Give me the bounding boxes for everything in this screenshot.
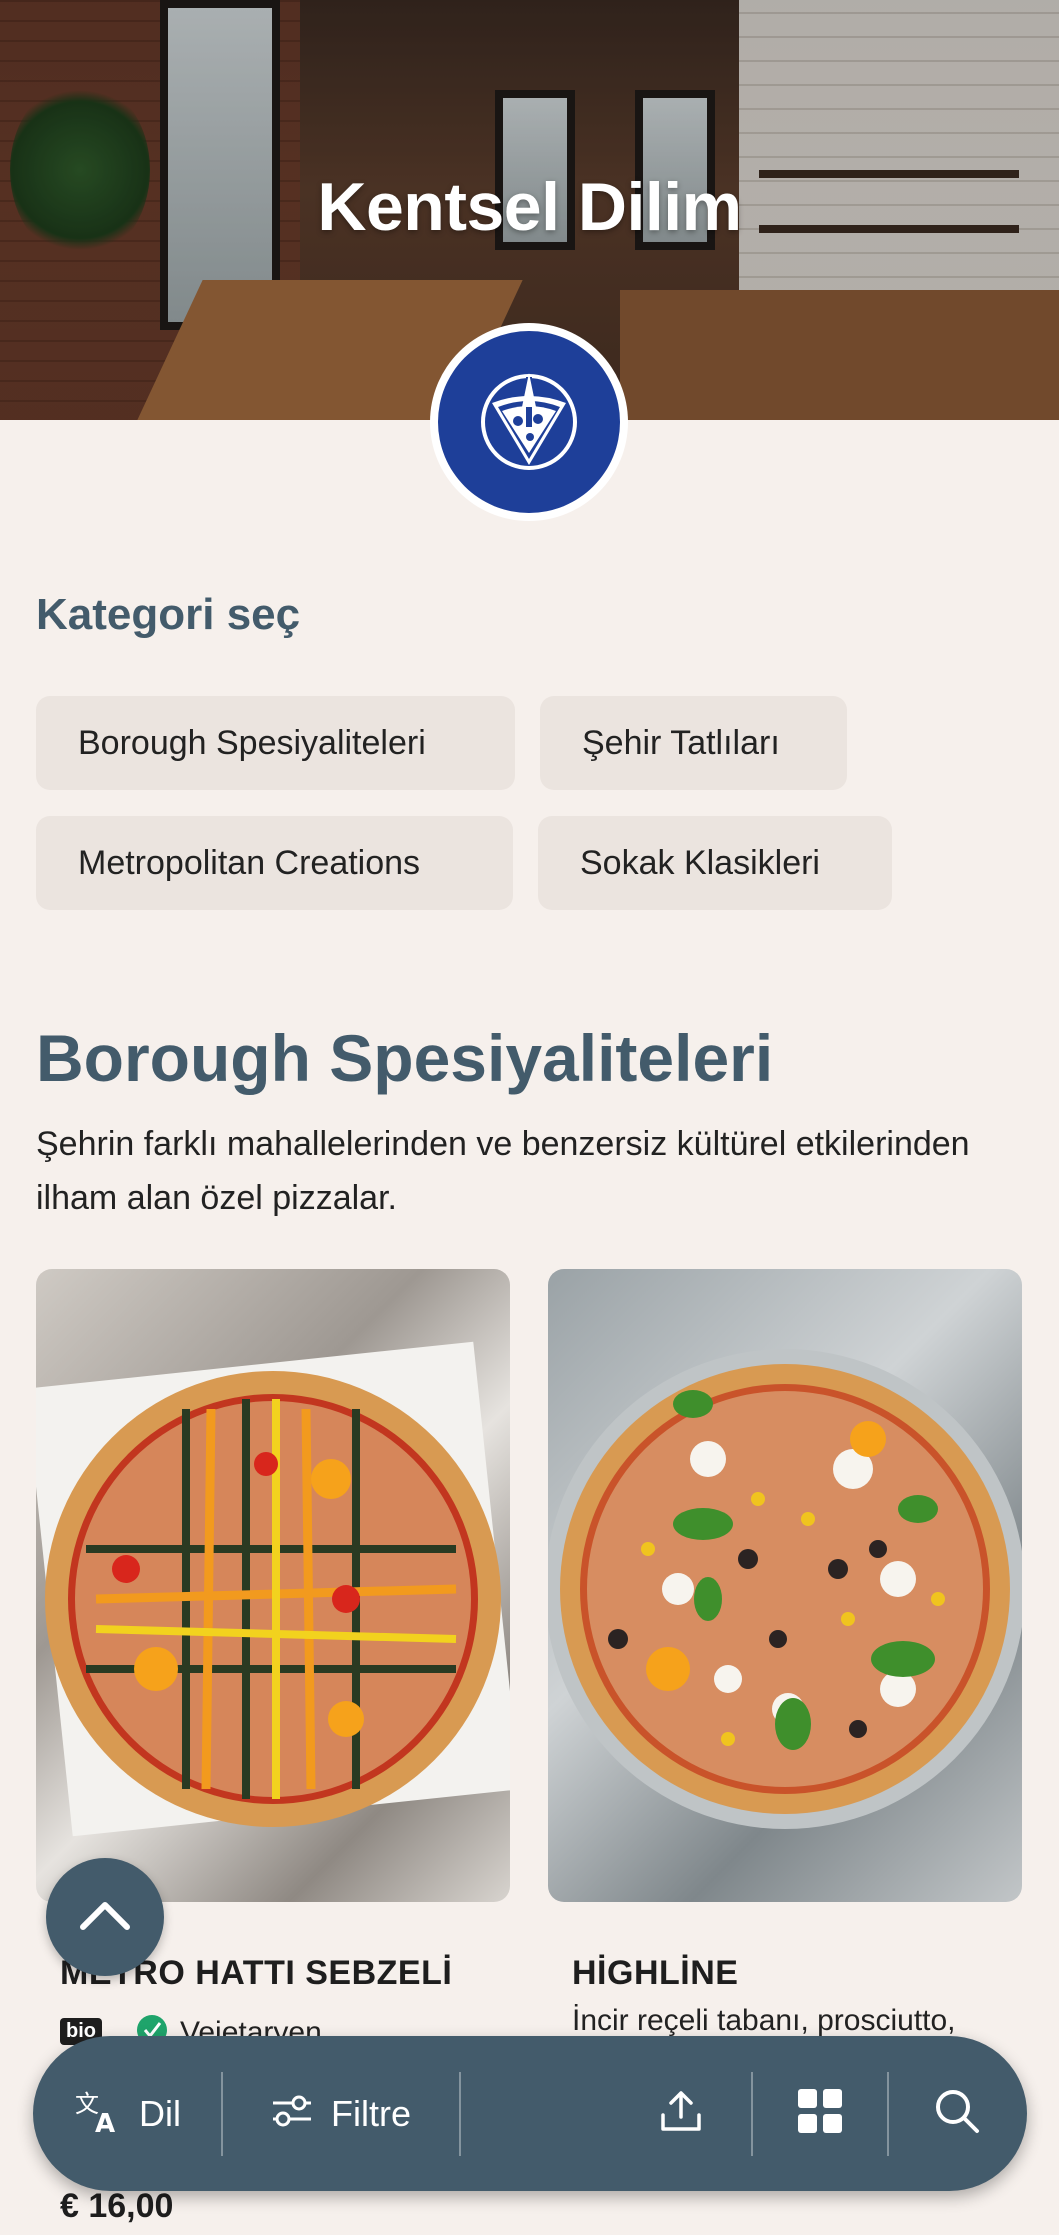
category-chip-label: Şehir Tatlıları	[582, 723, 780, 762]
translate-icon: 文 A	[75, 2088, 123, 2139]
category-chip-sokak-klasikleri[interactable]: Sokak Klasikleri	[538, 816, 892, 910]
filter-button[interactable]: Filtre	[269, 2036, 411, 2191]
grid-view-button[interactable]	[796, 2036, 844, 2191]
category-heading: Kategori seç	[36, 590, 301, 639]
product-image-metro-hatti[interactable]	[36, 1269, 510, 1902]
bottom-toolbar: 文 A Dil Filtre	[33, 2036, 1027, 2191]
category-chip-sehir-tatlilari[interactable]: Şehir Tatlıları	[540, 696, 847, 790]
restaurant-title: Kentsel Dilim	[317, 169, 742, 245]
section-title: Borough Spesiyaliteleri	[36, 1021, 774, 1095]
search-icon	[933, 2087, 981, 2140]
share-icon	[657, 2087, 705, 2140]
language-button[interactable]: 文 A Dil	[75, 2036, 181, 2191]
category-chip-metropolitan[interactable]: Metropolitan Creations	[36, 816, 513, 910]
product-image-highline[interactable]	[548, 1269, 1022, 1902]
chevron-up-icon	[79, 1899, 131, 1936]
grid-icon	[796, 2087, 844, 2140]
filter-label: Filtre	[331, 2092, 411, 2134]
svg-text:A: A	[95, 2109, 115, 2134]
category-chip-borough[interactable]: Borough Spesiyaliteleri	[36, 696, 515, 790]
product-price: € 16,00	[60, 2187, 174, 2225]
category-chip-label: Borough Spesiyaliteleri	[78, 723, 426, 762]
product-title[interactable]: HİGHLİNE	[572, 1954, 738, 1993]
product-description: İncir reçeli tabanı, prosciutto,	[572, 2004, 956, 2037]
restaurant-logo	[430, 323, 628, 521]
search-button[interactable]	[933, 2036, 981, 2191]
section-description: Şehrin farklı mahallelerinden ve benzers…	[36, 1125, 970, 1217]
scroll-to-top-button[interactable]	[46, 1858, 164, 1976]
category-chip-label: Metropolitan Creations	[78, 843, 421, 882]
filter-icon	[269, 2091, 315, 2136]
language-label: Dil	[139, 2092, 181, 2134]
category-chip-label: Sokak Klasikleri	[580, 843, 820, 882]
share-button[interactable]	[657, 2036, 705, 2191]
pizza-slice-landmark-logo-icon	[438, 331, 620, 513]
